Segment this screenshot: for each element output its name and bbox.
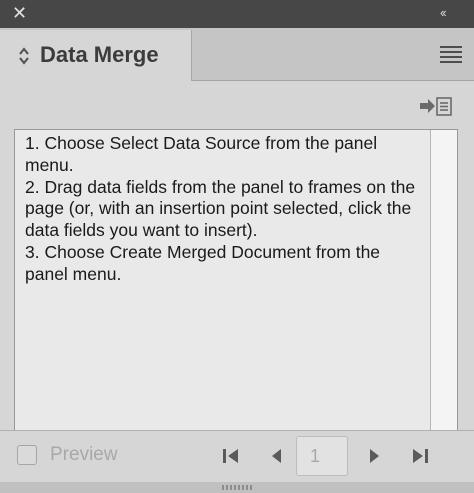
next-record-icon[interactable] <box>362 445 386 467</box>
up-down-chevron-icon[interactable] <box>18 46 30 66</box>
close-icon[interactable]: ✕ <box>12 3 30 23</box>
data-fields-list[interactable]: 1. Choose Select Data Source from the pa… <box>14 129 458 477</box>
first-record-icon[interactable] <box>220 445 244 467</box>
instructions-text: 1. Choose Select Data Source from the pa… <box>25 133 416 284</box>
preview-checkbox[interactable] <box>17 445 37 465</box>
resize-grip-icon[interactable] <box>222 485 252 490</box>
preview-footer: Preview 1 <box>0 430 474 483</box>
hamburger-menu-icon[interactable] <box>440 46 462 63</box>
tab-title: Data Merge <box>40 42 159 67</box>
resize-strip[interactable] <box>0 482 474 493</box>
double-chevron-left-icon[interactable]: ‹‹ <box>440 4 462 22</box>
panel-body: 1. Choose Select Data Source from the pa… <box>0 81 474 477</box>
tab-strip: Data Merge <box>0 28 474 81</box>
panel-title-bar: ✕ ‹‹ <box>0 0 474 28</box>
last-record-icon[interactable] <box>407 445 431 467</box>
vertical-scrollbar[interactable] <box>430 130 457 476</box>
previous-record-icon[interactable] <box>265 445 289 467</box>
tab-data-merge[interactable]: Data Merge <box>0 30 192 81</box>
page-number-field[interactable]: 1 <box>296 436 348 476</box>
insert-field-icon[interactable] <box>420 95 452 117</box>
preview-label: Preview <box>50 444 118 465</box>
